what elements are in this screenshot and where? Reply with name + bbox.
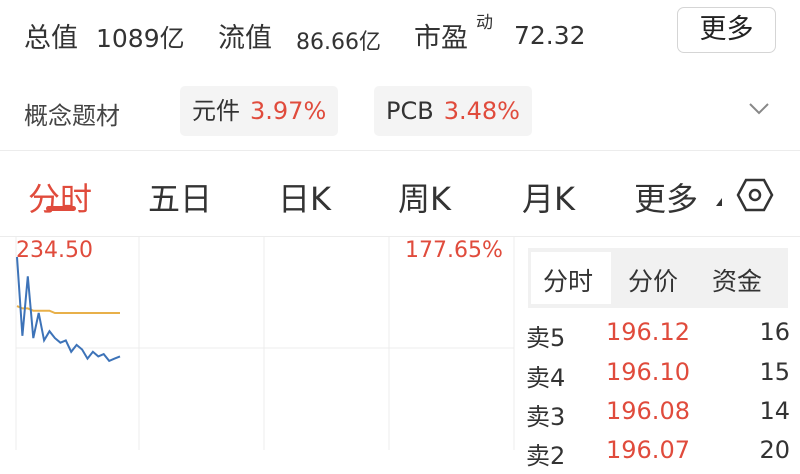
- chip-change: 3.48%: [443, 97, 520, 125]
- order-price: 196.12: [606, 318, 690, 346]
- chart-grid: [15, 237, 515, 450]
- tab-five-day[interactable]: 五日: [148, 174, 212, 220]
- tab-more[interactable]: 更多: [634, 174, 698, 220]
- panel-tab-price[interactable]: 分价: [628, 262, 678, 298]
- chart-period-tabs: 分时 五日 日K 周K 月K 更多: [0, 150, 800, 236]
- float-cap-label: 流值: [218, 23, 272, 54]
- chart-series: [16, 256, 121, 363]
- order-book-row: 卖4 196.10 15: [526, 358, 790, 396]
- order-book-row: 卖2 196.07 20: [526, 436, 790, 474]
- panel-tab-intraday[interactable]: 分时: [543, 262, 593, 298]
- float-cap-value: 86.66亿: [296, 30, 381, 55]
- order-label: 卖2: [526, 442, 566, 470]
- order-volume: 14: [759, 397, 790, 425]
- order-label: 卖4: [526, 364, 566, 392]
- more-stats-button[interactable]: 更多: [677, 7, 776, 53]
- concept-row: 概念题材 元件 3.97% PCB 3.48%: [0, 72, 800, 150]
- more-caret-icon: [716, 198, 722, 206]
- order-volume: 15: [759, 358, 790, 386]
- total-cap-label: 总值: [24, 23, 78, 54]
- order-book-row: 卖5 196.12 16: [526, 318, 790, 356]
- order-price: 196.07: [606, 436, 690, 464]
- concept-label: 概念题材: [24, 102, 120, 130]
- intraday-chart[interactable]: [0, 237, 516, 450]
- concept-chip-component[interactable]: 元件 3.97%: [180, 86, 339, 136]
- pe-dynamic-sup: 动: [476, 13, 493, 33]
- pe-value: 72.32: [514, 21, 586, 50]
- order-label: 卖3: [526, 403, 566, 431]
- active-tab-indicator: [46, 206, 76, 211]
- concept-chip-pcb[interactable]: PCB 3.48%: [374, 86, 532, 136]
- panel-tab-funds[interactable]: 资金: [712, 262, 762, 298]
- order-book-row: 卖3 196.08 14: [526, 397, 790, 435]
- order-price: 196.08: [606, 397, 690, 425]
- pe-label: 市盈: [414, 23, 468, 54]
- tab-intraday[interactable]: 分时: [28, 174, 92, 220]
- pct-high-label: 177.65%: [405, 238, 503, 263]
- price-high-label: 234.50: [16, 238, 93, 263]
- chip-name: 元件: [192, 97, 240, 125]
- hexagon-settings-icon[interactable]: [736, 176, 774, 214]
- chevron-down-icon[interactable]: [746, 96, 772, 122]
- stock-stats-bar: 总值 1089亿 流值 86.66亿 市盈 动 72.32 更多: [0, 0, 800, 72]
- tab-daily-k[interactable]: 日K: [278, 174, 331, 220]
- order-label: 卖5: [526, 324, 566, 352]
- order-price: 196.10: [606, 358, 690, 386]
- total-cap-value: 1089亿: [96, 24, 185, 53]
- tab-monthly-k[interactable]: 月K: [522, 174, 575, 220]
- price-line: [16, 256, 121, 363]
- order-volume: 16: [759, 318, 790, 346]
- order-volume: 20: [759, 436, 790, 464]
- tab-weekly-k[interactable]: 周K: [398, 174, 451, 220]
- avg-price-line: [16, 305, 120, 314]
- chip-name: PCB: [386, 97, 434, 125]
- chip-change: 3.97%: [250, 97, 327, 125]
